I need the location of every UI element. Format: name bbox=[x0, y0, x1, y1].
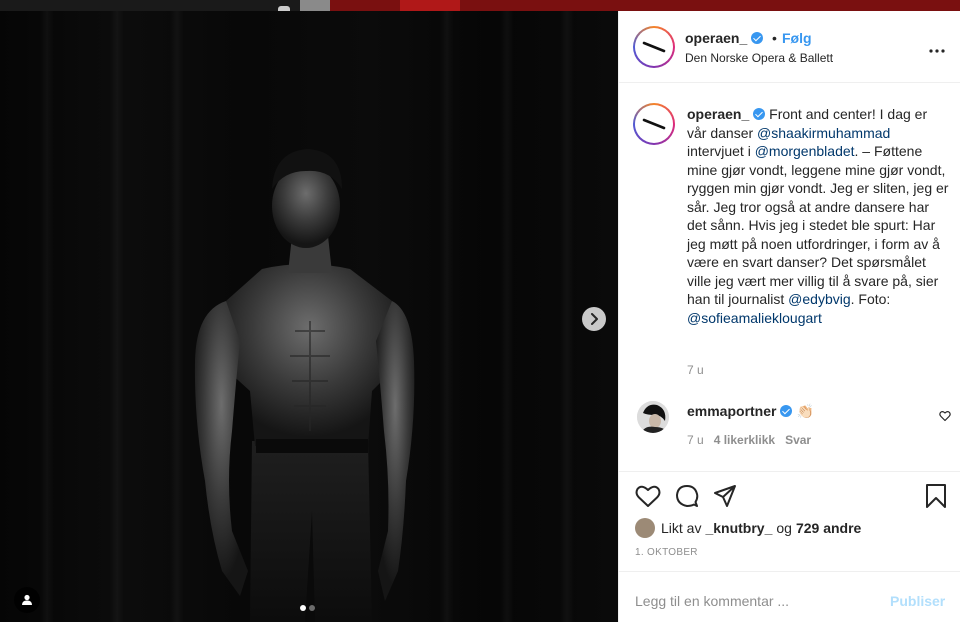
add-comment-bar: Legg til en kommentar ... Publiser bbox=[619, 571, 960, 622]
reply-button[interactable]: Svar bbox=[785, 433, 811, 447]
comment-icon bbox=[676, 485, 699, 507]
header-separator: • bbox=[772, 30, 777, 46]
user-icon bbox=[22, 594, 32, 605]
likes-summary: Likt av _knutbry_ og 729 andre bbox=[635, 518, 865, 538]
opera-logo-icon bbox=[642, 118, 666, 130]
share-icon bbox=[714, 485, 736, 507]
background-strip bbox=[0, 0, 960, 11]
follow-button[interactable]: Følg bbox=[782, 30, 812, 46]
next-photo-button[interactable] bbox=[582, 307, 606, 331]
post-date[interactable]: 1. OKTOBER bbox=[635, 547, 698, 558]
mention-link[interactable]: @edybvig bbox=[788, 291, 850, 307]
likes-count-link[interactable]: 729 andre bbox=[796, 520, 861, 536]
carousel-dot bbox=[309, 605, 315, 611]
dancer-figure bbox=[194, 149, 415, 622]
verified-badge-icon bbox=[780, 405, 793, 417]
tagged-users-button[interactable] bbox=[14, 587, 40, 613]
comment-meta: 7 u 4 likerklikk Svar bbox=[687, 433, 811, 447]
bookmark-icon bbox=[926, 484, 946, 508]
caption-username[interactable]: operaen_ bbox=[687, 106, 749, 122]
opera-logo-icon bbox=[642, 41, 666, 53]
save-button[interactable] bbox=[925, 484, 947, 508]
more-options-button[interactable] bbox=[929, 37, 945, 58]
post-side-panel: operaen_ • Følg Den Norske Opera & Balle… bbox=[618, 11, 960, 622]
like-comment-button[interactable] bbox=[939, 409, 951, 427]
caption-avatar[interactable] bbox=[633, 103, 675, 145]
mention-link[interactable]: @morgenbladet bbox=[755, 143, 855, 159]
comment-button[interactable] bbox=[675, 484, 699, 508]
commenter-avatar[interactable] bbox=[637, 401, 669, 433]
mention-link[interactable]: @shaakirmuhammad bbox=[757, 125, 890, 141]
verified-badge-icon bbox=[751, 32, 764, 44]
like-button[interactable] bbox=[635, 484, 661, 508]
caption-timestamp[interactable]: 7 u bbox=[687, 363, 704, 377]
comment-text: 👏🏻 bbox=[796, 403, 814, 419]
post-photo[interactable] bbox=[0, 11, 618, 622]
liker-avatar[interactable] bbox=[635, 518, 655, 538]
post-header: operaen_ • Følg Den Norske Opera & Balle… bbox=[619, 11, 960, 83]
commenter-username[interactable]: emmaportner bbox=[687, 403, 776, 419]
verified-badge-icon bbox=[753, 108, 766, 120]
location-link[interactable]: Den Norske Opera & Ballett bbox=[685, 51, 833, 65]
post-actions: Likt av _knutbry_ og 729 andre 1. OKTOBE… bbox=[619, 471, 960, 622]
avatar-photo-icon bbox=[637, 401, 669, 433]
chevron-right-icon bbox=[591, 313, 598, 325]
comment-content: emmaportner 👏🏻 bbox=[687, 403, 814, 420]
comment-item: emmaportner 👏🏻 7 u 4 likerklikk Svar bbox=[619, 397, 960, 457]
heart-small-icon bbox=[939, 411, 951, 422]
caption-body: Front and center! I dag er vår danser @s… bbox=[687, 106, 949, 326]
account-avatar[interactable] bbox=[633, 26, 675, 68]
mention-link[interactable]: @sofieamalieklougart bbox=[687, 310, 822, 326]
more-horizontal-icon bbox=[929, 49, 945, 53]
carousel-indicator bbox=[300, 605, 315, 611]
account-username[interactable]: operaen_ bbox=[685, 30, 764, 46]
comment-timestamp[interactable]: 7 u bbox=[687, 433, 704, 447]
carousel-dot-active bbox=[300, 605, 306, 611]
comment-likes-link[interactable]: 4 likerklikk bbox=[714, 433, 775, 447]
caption-text: operaen_ Front and center! I dag er vår … bbox=[687, 105, 949, 327]
heart-icon bbox=[635, 485, 661, 507]
liker-username[interactable]: _knutbry_ bbox=[705, 520, 772, 536]
share-button[interactable] bbox=[713, 484, 737, 508]
comment-input[interactable]: Legg til en kommentar ... bbox=[635, 593, 789, 609]
publish-button[interactable]: Publiser bbox=[890, 593, 945, 609]
